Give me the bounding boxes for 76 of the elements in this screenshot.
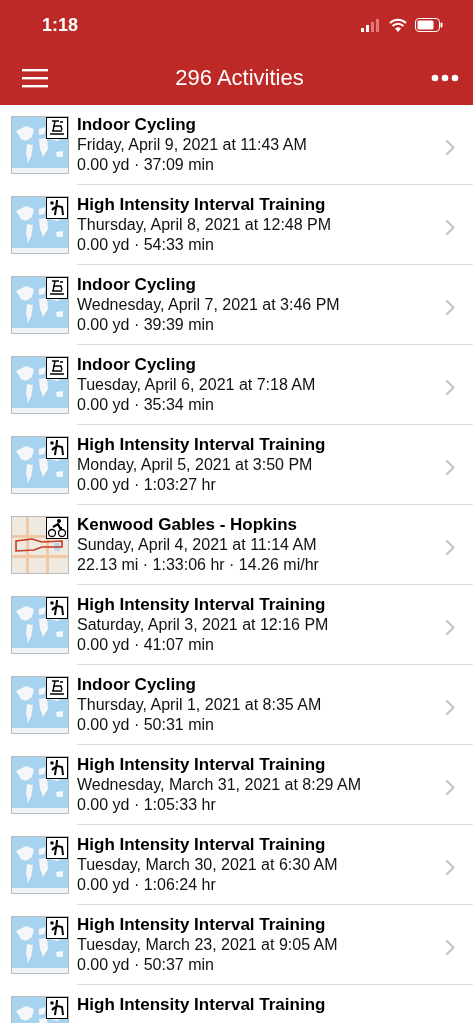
activity-date: Thursday, April 8, 2021 at 12:48 PM: [77, 215, 333, 235]
menu-button[interactable]: [22, 67, 48, 88]
activity-date: Tuesday, March 23, 2021 at 9:05 AM: [77, 935, 339, 955]
exercise-bike-icon: [46, 277, 68, 299]
chevron-icon: [445, 939, 455, 956]
activity-stats: 0.00 yd · 54:33 min: [77, 235, 215, 255]
person-exercising-icon: [46, 197, 68, 219]
chevron-icon: [445, 539, 455, 556]
activity-date: Wednesday, March 31, 2021 at 8:29 AM: [77, 775, 363, 795]
activity-row[interactable]: Indoor Cycling Tuesday, April 6, 2021 at 7:18 AM 0.00 yd · 35:34 min: [0, 345, 473, 425]
activity-date: Sunday, April 4, 2021 at 11:14 AM: [77, 535, 318, 555]
activity-row[interactable]: Indoor Cycling Friday, April 9, 2021 at 11:43 AM 0.00 yd · 37:09 min: [0, 105, 473, 185]
activity-row[interactable]: High Intensity Interval Training Monday, April 5, 2021 at 3:50 PM 0.00 yd · 1:03:27 hr: [0, 425, 473, 505]
chevron-icon: [445, 859, 455, 876]
activity-title: High Intensity Interval Training: [77, 595, 327, 615]
activity-title: Indoor Cycling: [77, 675, 197, 695]
status-time: 1:18: [42, 13, 79, 37]
chevron-icon: [445, 379, 455, 396]
activity-date: Monday, April 5, 2021 at 3:50 PM: [77, 455, 314, 475]
exercise-bike-icon: [46, 357, 68, 379]
activity-stats: 0.00 yd · 41:07 min: [77, 635, 215, 655]
activity-row[interactable]: Indoor Cycling Wednesday, April 7, 2021 at 3:46 PM 0.00 yd · 39:39 min: [0, 265, 473, 345]
activity-title: High Intensity Interval Training: [77, 835, 327, 855]
chevron-icon: [445, 459, 455, 476]
activity-stats: 0.00 yd · 39:39 min: [77, 315, 215, 335]
activity-stats: 22.13 mi · 1:33:06 hr · 14.26 mi/hr: [77, 555, 320, 575]
activity-title: Kenwood Gables - Hopkins: [77, 515, 299, 535]
activity-stats: 0.00 yd · 35:34 min: [77, 395, 215, 415]
chevron-icon: [445, 699, 455, 716]
person-exercising-icon: [46, 997, 68, 1019]
activity-title: High Intensity Interval Training: [77, 195, 327, 215]
chevron-icon: [445, 299, 455, 316]
chevron-icon: [445, 619, 455, 636]
activity-date: Saturday, April 3, 2021 at 12:16 PM: [77, 615, 330, 635]
activity-stats: 0.00 yd · 1:05:33 hr: [77, 795, 217, 815]
activity-row[interactable]: High Intensity Interval Training Tuesday, March 23, 2021 at 9:05 AM 0.00 yd · 50:37 min: [0, 905, 473, 985]
activity-row[interactable]: Kenwood Gables - Hopkins Sunday, April 4, 2021 at 11:14 AM 22.13 mi · 1:33:06 hr · 14.26 mi/hr: [0, 505, 473, 585]
activity-stats: 0.00 yd · 50:31 min: [77, 715, 215, 735]
activity-stats: 0.00 yd · 1:03:27 hr: [77, 475, 217, 495]
activity-date: Wednesday, April 7, 2021 at 3:46 PM: [77, 295, 341, 315]
exercise-bike-icon: [46, 677, 68, 699]
signal-icon: [361, 18, 381, 32]
person-exercising-icon: [46, 917, 68, 939]
activity-date: Tuesday, March 30, 2021 at 6:30 AM: [77, 855, 339, 875]
person-exercising-icon: [46, 837, 68, 859]
activity-stats: 0.00 yd · 1:06:24 hr: [77, 875, 217, 895]
activity-row[interactable]: High Intensity Interval Training Thursday, April 8, 2021 at 12:48 PM 0.00 yd · 54:33 min: [0, 185, 473, 265]
activity-title: Indoor Cycling: [77, 115, 197, 135]
chevron-icon: [445, 779, 455, 796]
screen-title: 296 Activities: [175, 64, 304, 92]
activity-date: Tuesday, April 6, 2021 at 7:18 AM: [77, 375, 317, 395]
activity-title: High Intensity Interval Training: [77, 755, 327, 775]
activity-stats: 0.00 yd · 37:09 min: [77, 155, 215, 175]
activity-row[interactable]: High Intensity Interval Training: [0, 985, 473, 1023]
activity-title: High Intensity Interval Training: [77, 435, 327, 455]
chevron-icon: [445, 219, 455, 236]
activity-title: Indoor Cycling: [77, 355, 197, 375]
exercise-bike-icon: [46, 117, 68, 139]
cyclist-icon: [46, 517, 68, 539]
activity-row[interactable]: Indoor Cycling Thursday, April 1, 2021 at 8:35 AM 0.00 yd · 50:31 min: [0, 665, 473, 745]
activity-title: Indoor Cycling: [77, 275, 197, 295]
battery-icon: [415, 18, 443, 32]
activity-row[interactable]: High Intensity Interval Training Saturday, April 3, 2021 at 12:16 PM 0.00 yd · 41:07 min: [0, 585, 473, 665]
activity-title: High Intensity Interval Training: [77, 995, 327, 1015]
activity-row[interactable]: High Intensity Interval Training Wednesday, March 31, 2021 at 8:29 AM 0.00 yd · 1:05:33 hr: [0, 745, 473, 825]
activity-date: Friday, April 9, 2021 at 11:43 AM: [77, 135, 308, 155]
person-exercising-icon: [46, 757, 68, 779]
activity-row[interactable]: High Intensity Interval Training Tuesday, March 30, 2021 at 6:30 AM 0.00 yd · 1:06:24 hr: [0, 825, 473, 905]
activity-title: High Intensity Interval Training: [77, 915, 327, 935]
activity-date: Thursday, April 1, 2021 at 8:35 AM: [77, 695, 323, 715]
activity-stats: 0.00 yd · 50:37 min: [77, 955, 215, 975]
wifi-icon: [389, 18, 407, 32]
more-button[interactable]: [431, 73, 459, 82]
chevron-icon: [445, 139, 455, 156]
person-exercising-icon: [46, 597, 68, 619]
person-exercising-icon: [46, 437, 68, 459]
